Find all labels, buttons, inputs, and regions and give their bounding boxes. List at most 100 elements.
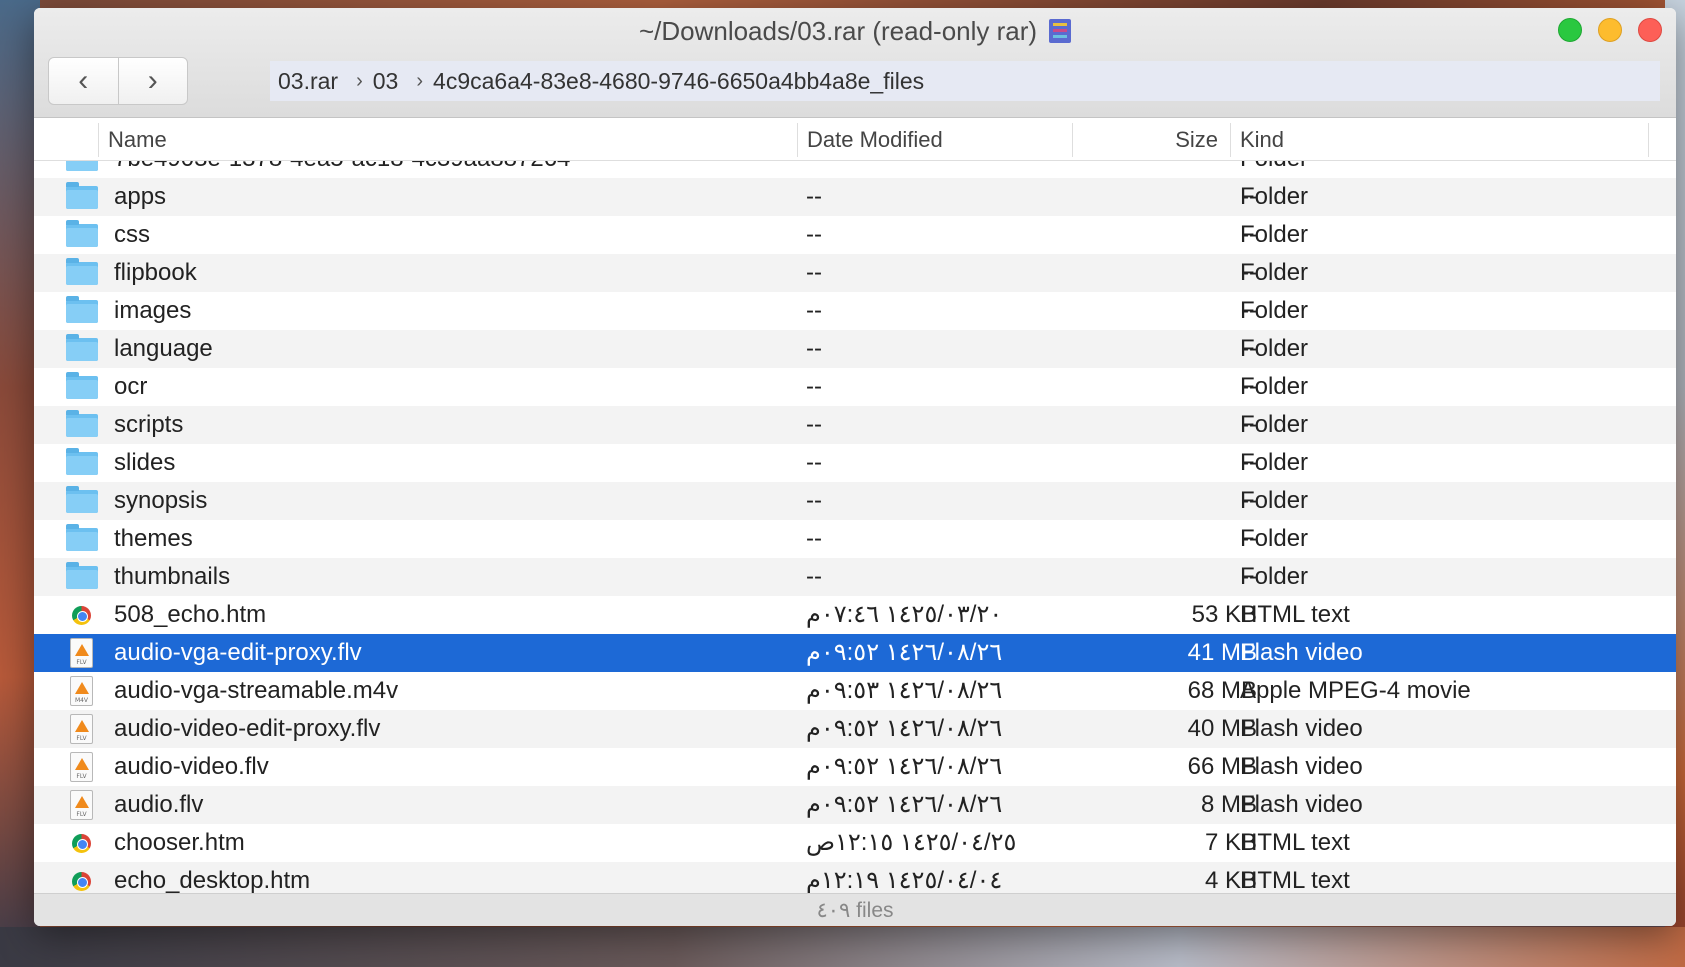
file-name: 7be4903e-1378-4ea5-ac18-4c39aa887264 — [114, 161, 570, 178]
file-date-modified: ١٤٢٦/٠٨/٢٦ ٠٩:٥٢م — [806, 715, 1003, 742]
file-row[interactable]: synopsis -- -- Folder — [34, 482, 1676, 520]
file-kind: Apple MPEG-4 movie — [1240, 677, 1471, 704]
file-name: images — [114, 297, 192, 324]
file-kind: HTML text — [1240, 829, 1350, 856]
column-divider[interactable] — [797, 123, 798, 157]
file-row[interactable]: FLV audio-video.flv ١٤٢٦/٠٨/٢٦ ٠٩:٥٢م 66 MB… — [34, 748, 1676, 786]
file-date-modified: ١٤٢٥/٠٤/٢٥ ١٢:١٥ص — [806, 829, 1017, 856]
chevron-right-icon: › — [147, 64, 158, 97]
desktop-wallpaper-bottom — [0, 927, 1685, 967]
folder-icon — [66, 486, 98, 513]
file-row[interactable]: FLV audio-vga-edit-proxy.flv ١٤٢٦/٠٨/٢٦ ٠٩… — [34, 634, 1676, 672]
file-name: audio-vga-streamable.m4v — [114, 677, 399, 704]
file-name: audio.flv — [114, 791, 204, 818]
file-row[interactable]: images -- -- Folder — [34, 292, 1676, 330]
close-button[interactable] — [1638, 18, 1662, 42]
file-kind: Folder — [1240, 411, 1309, 438]
file-kind: Folder — [1240, 373, 1309, 400]
vlc-flv-icon: FLV — [70, 714, 93, 744]
file-date-modified: -- — [806, 449, 822, 476]
vlc-flv-icon: FLV — [70, 790, 93, 820]
breadcrumb-item[interactable]: 03.rar — [278, 68, 338, 95]
column-header-date[interactable]: Date Modified — [807, 119, 943, 161]
title-bar[interactable]: ~/Downloads/03.rar (read-only rar) ‹ › 0… — [34, 8, 1676, 118]
file-name: flipbook — [114, 259, 197, 286]
file-row[interactable]: FLV audio.flv ١٤٢٦/٠٨/٢٦ ٠٩:٥٢م 8 MB Flash v… — [34, 786, 1676, 824]
file-row[interactable]: M4V audio-vga-streamable.m4v ١٤٢٦/٠٨/٢٦ ٠٩… — [34, 672, 1676, 710]
file-size: -- — [1241, 487, 1257, 514]
file-row[interactable]: language -- -- Folder — [34, 330, 1676, 368]
file-name: apps — [114, 183, 167, 210]
archive-app-icon — [1049, 19, 1072, 43]
file-kind: Flash video — [1240, 639, 1363, 666]
file-list[interactable]: 7be4903e-1378-4ea5-ac18-4c39aa887264 -- --… — [34, 161, 1676, 893]
chevron-right-icon: › — [416, 69, 424, 92]
file-kind: Folder — [1240, 335, 1309, 362]
window-title-area: ~/Downloads/03.rar (read-only rar) — [34, 16, 1676, 47]
file-row[interactable]: scripts -- -- Folder — [34, 406, 1676, 444]
folder-icon — [66, 258, 98, 285]
column-divider[interactable] — [1072, 123, 1073, 157]
file-date-modified: -- — [806, 183, 822, 210]
chrome-document-icon — [72, 872, 91, 891]
file-size: 8 MB — [1200, 791, 1257, 818]
breadcrumb-item[interactable]: 4c9ca6a4-83e8-4680-9746-6650a4bb4a8e_fil… — [433, 68, 924, 95]
back-button[interactable]: ‹ — [49, 58, 118, 104]
folder-icon — [66, 372, 98, 399]
status-bar: ٤٠٩ files — [34, 893, 1676, 926]
file-size: -- — [1241, 297, 1257, 324]
chrome-document-icon — [72, 834, 91, 853]
column-header-size[interactable]: Size — [1082, 119, 1218, 161]
file-date-modified: ١٤٢٦/٠٨/٢٦ ٠٩:٥٢م — [806, 791, 1003, 818]
file-row[interactable]: echo_desktop.htm ١٤٢٥/٠٤/٠٤ ١٢:١٩م 4 KB HTM… — [34, 862, 1676, 893]
file-size: -- — [1241, 183, 1257, 210]
file-row[interactable]: 508_echo.htm ١٤٢٥/٠٣/٢٠ ٠٧:٤٦م 53 KB HTML t… — [34, 596, 1676, 634]
file-size: -- — [1241, 373, 1257, 400]
file-kind: Folder — [1240, 487, 1309, 514]
file-row[interactable]: css -- -- Folder — [34, 216, 1676, 254]
file-name: chooser.htm — [114, 829, 245, 856]
folder-icon — [66, 524, 98, 551]
file-size: -- — [1241, 335, 1257, 362]
folder-icon — [66, 448, 98, 475]
file-name: thumbnails — [114, 563, 231, 590]
file-name: ocr — [114, 373, 148, 400]
folder-icon — [66, 562, 98, 589]
file-size: -- — [1241, 563, 1257, 590]
file-name: 508_echo.htm — [114, 601, 267, 628]
file-date-modified: ١٤٢٦/٠٨/٢٦ ٠٩:٥٢م — [806, 753, 1003, 780]
file-size: 40 MB — [1187, 715, 1257, 742]
zoom-button[interactable] — [1558, 18, 1582, 42]
file-kind: Folder — [1240, 221, 1309, 248]
column-header-kind[interactable]: Kind — [1240, 119, 1284, 161]
minimize-button[interactable] — [1598, 18, 1622, 42]
file-row[interactable]: FLV audio-video-edit-proxy.flv ١٤٢٦/٠٨/٢٦ … — [34, 710, 1676, 748]
file-kind: Folder — [1240, 563, 1309, 590]
file-row[interactable]: flipbook -- -- Folder — [34, 254, 1676, 292]
vlc-m4v-icon: M4V — [70, 676, 93, 706]
file-row[interactable]: slides -- -- Folder — [34, 444, 1676, 482]
file-kind: HTML text — [1240, 867, 1350, 893]
file-row[interactable]: ocr -- -- Folder — [34, 368, 1676, 406]
file-date-modified: -- — [806, 373, 822, 400]
forward-button[interactable]: › — [117, 58, 188, 104]
folder-icon — [66, 161, 98, 171]
file-name: slides — [114, 449, 176, 476]
file-row[interactable]: themes -- -- Folder — [34, 520, 1676, 558]
file-kind: Flash video — [1240, 715, 1363, 742]
file-count: ٤٠٩ files — [816, 899, 894, 922]
chrome-document-icon — [72, 606, 91, 625]
file-row[interactable]: chooser.htm ١٤٢٥/٠٤/٢٥ ١٢:١٥ص 7 KB HTML tex… — [34, 824, 1676, 862]
column-divider — [98, 123, 99, 157]
folder-icon — [66, 334, 98, 361]
file-date-modified: -- — [806, 487, 822, 514]
file-row[interactable]: 7be4903e-1378-4ea5-ac18-4c39aa887264 -- --… — [34, 161, 1676, 178]
file-row[interactable]: apps -- -- Folder — [34, 178, 1676, 216]
breadcrumb-item[interactable]: 03 — [373, 68, 399, 95]
column-divider[interactable] — [1230, 123, 1231, 157]
file-name: echo_desktop.htm — [114, 867, 311, 893]
column-header-name[interactable]: Name — [108, 119, 167, 161]
file-kind: Folder — [1240, 297, 1309, 324]
file-row[interactable]: thumbnails -- -- Folder — [34, 558, 1676, 596]
file-date-modified: ١٤٢٦/٠٨/٢٦ ٠٩:٥٢م — [806, 639, 1003, 666]
